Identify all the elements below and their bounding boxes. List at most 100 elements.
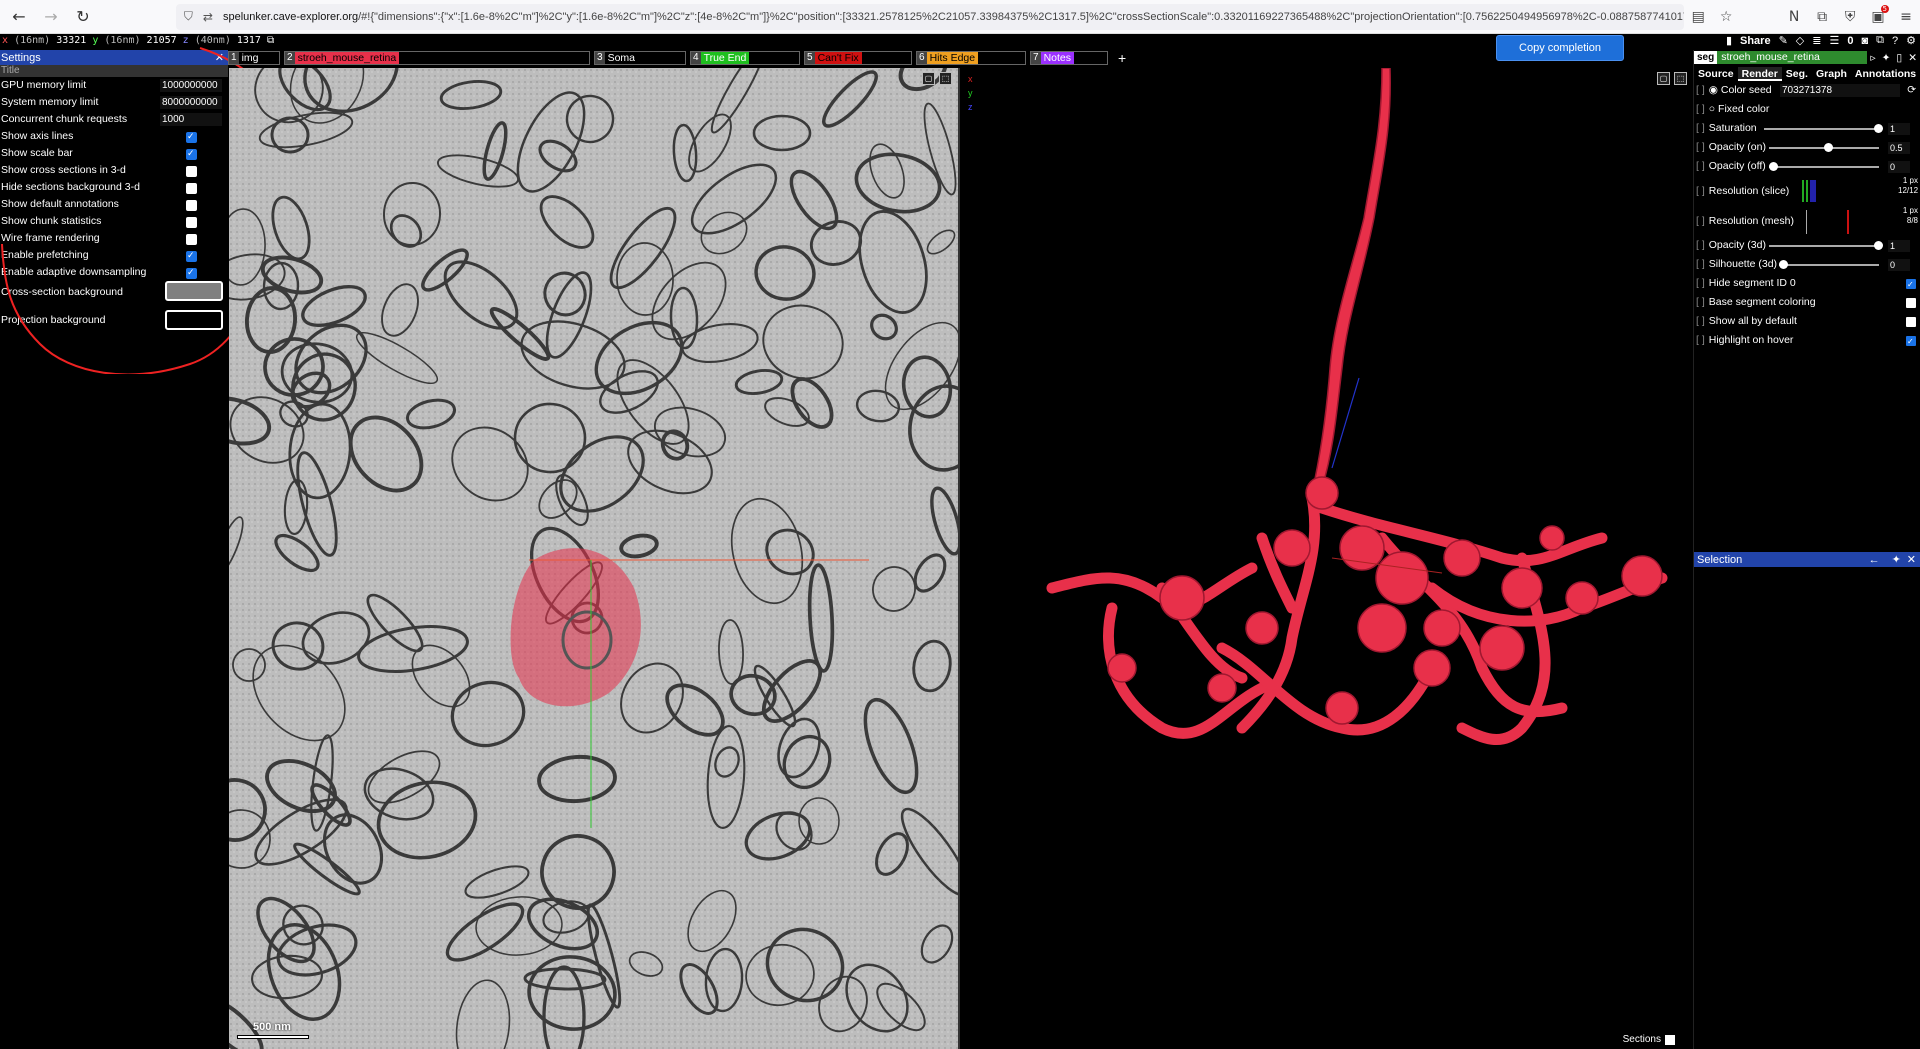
close-icon[interactable]: ✕	[215, 51, 224, 64]
prefetch-checkbox[interactable]	[186, 248, 197, 265]
menu-icon[interactable]: ≡	[1892, 4, 1920, 30]
hide-bg-checkbox[interactable]	[186, 183, 197, 194]
copy-completion-button[interactable]: Copy completion	[1496, 35, 1624, 61]
mesh-part	[1423, 609, 1461, 647]
tab-graph[interactable]: Graph	[1812, 67, 1851, 81]
help-icon[interactable]: ?	[1892, 35, 1898, 47]
mesh-part	[1357, 603, 1407, 653]
layer-chip-1[interactable]: 1 img	[228, 51, 280, 65]
bookmark-icon[interactable]: ☆	[1712, 4, 1740, 30]
shield-extension-icon[interactable]: ⛨	[1836, 4, 1864, 30]
sliders-icon[interactable]: ☰	[1829, 34, 1839, 47]
copy-position-icon[interactable]: ⧉	[267, 35, 274, 46]
saturation-label: Saturation	[1708, 122, 1757, 134]
layer-chip-4[interactable]: 4 True End	[690, 51, 800, 65]
wire-frame-checkbox[interactable]	[186, 234, 197, 245]
copy-icon[interactable]: ⧉	[1876, 34, 1884, 47]
cross-section-view[interactable]: ▢ ⬚ 500 nm	[229, 68, 960, 1049]
saturation-slider[interactable]	[1764, 124, 1883, 133]
pick-icon[interactable]: ▹	[1870, 52, 1875, 64]
highlight-checkbox[interactable]	[1906, 332, 1916, 351]
default-annotations-checkbox[interactable]	[186, 200, 197, 211]
scale-bar-checkbox[interactable]	[186, 146, 197, 163]
x-value[interactable]: 33321	[56, 35, 86, 46]
randomize-icon[interactable]: ⟳	[1907, 81, 1916, 100]
reader-icon[interactable]: ▤	[1684, 4, 1712, 30]
cs-bg-row: Cross-section background	[0, 281, 228, 307]
proj-bg-color-picker[interactable]	[165, 310, 223, 330]
layout-icon[interactable]: ▢	[1657, 72, 1670, 85]
system-memory-input[interactable]: 8000000000	[160, 96, 222, 109]
back-arrow-icon[interactable]: ←	[1869, 554, 1880, 566]
radio-fixed-color[interactable]: ○	[1709, 103, 1718, 115]
radio-color-seed[interactable]: ◉	[1709, 84, 1721, 96]
color-seed-input[interactable]: 703271378	[1780, 84, 1900, 97]
pin-icon[interactable]: ✦	[1892, 554, 1901, 566]
adaptive-checkbox[interactable]	[186, 265, 197, 282]
camera-icon[interactable]: ◙	[1861, 35, 1868, 47]
hide-bg-row: Hide sections background 3-d	[0, 179, 228, 196]
silhouette-value[interactable]: 0	[1888, 259, 1910, 271]
z-value[interactable]: 1317	[237, 35, 261, 46]
3d-view[interactable]: x y z ▢ ⬚ Sections	[962, 68, 1693, 1049]
forward-icon[interactable]: →	[38, 4, 64, 30]
title-input[interactable]: Title	[0, 65, 228, 77]
tab-annotations[interactable]: Annotations	[1851, 67, 1920, 81]
layer-name-field[interactable]: stroeh_mouse_retina	[1717, 51, 1868, 64]
maximize-icon[interactable]: ⬚	[1674, 72, 1687, 85]
list-icon[interactable]: ≣	[1812, 34, 1821, 47]
reload-icon[interactable]: ↻	[70, 4, 96, 30]
gpu-memory-input[interactable]: 1000000000	[160, 79, 222, 92]
trash-icon[interactable]: ▯	[1896, 52, 1902, 64]
sections-checkbox[interactable]	[1665, 1034, 1675, 1045]
mesh-part	[1107, 653, 1137, 683]
tab-source[interactable]: Source	[1694, 67, 1738, 81]
layers-icon[interactable]: ◇	[1796, 34, 1804, 47]
back-icon[interactable]: ←	[6, 4, 32, 30]
y-value[interactable]: 21057	[147, 35, 177, 46]
layer-chip-7[interactable]: 7 Notes	[1030, 51, 1108, 65]
close-icon[interactable]: ✕	[1907, 554, 1916, 566]
opacity-off-value[interactable]: 0	[1888, 161, 1910, 173]
browser-toolbar: ← → ↻ ⛉ ⇄ spelunker.cave-explorer.org/#!…	[0, 0, 1920, 34]
share-button[interactable]: Share	[1740, 35, 1771, 47]
silhouette-slider[interactable]	[1779, 260, 1879, 269]
share-icon[interactable]: ▮	[1726, 34, 1732, 47]
add-layer-button[interactable]: +	[1118, 50, 1126, 66]
account-icon[interactable]: N	[1780, 4, 1808, 30]
tab-render[interactable]: Render	[1737, 67, 1782, 81]
layer-chip-3[interactable]: 3 Soma	[594, 51, 686, 65]
cross-sections-checkbox[interactable]	[186, 166, 197, 177]
opacity-off-slider[interactable]	[1769, 162, 1879, 171]
layout-icon[interactable]: ▢	[922, 72, 935, 85]
saturation-value[interactable]: 1	[1888, 123, 1910, 135]
opacity-3d-slider[interactable]	[1769, 241, 1883, 250]
close-icon[interactable]: ✕	[1908, 52, 1917, 64]
sections-toggle[interactable]: Sections	[1623, 1034, 1675, 1045]
chunk-stats-checkbox[interactable]	[186, 217, 197, 228]
pin-icon[interactable]: ✦	[1882, 52, 1891, 64]
hide-seg0-checkbox[interactable]	[1906, 275, 1916, 294]
base-seg-checkbox[interactable]	[1906, 298, 1916, 308]
layer-chip-6[interactable]: 6 Hits Edge	[916, 51, 1026, 65]
layer-chip-2[interactable]: 2 stroeh_mouse_retina	[284, 51, 590, 65]
layer-number: 4	[691, 52, 701, 64]
pen-icon[interactable]: ✎	[1779, 34, 1788, 47]
maximize-icon[interactable]: ⬚	[939, 72, 952, 85]
layer-chip-5[interactable]: 5 Can't Fix	[804, 51, 912, 65]
chunk-requests-input[interactable]: 1000	[160, 113, 222, 126]
show-all-checkbox[interactable]	[1906, 317, 1916, 327]
opacity-on-slider[interactable]	[1769, 143, 1879, 152]
opacity-on-value[interactable]: 0.5	[1888, 142, 1910, 154]
layer-name: True End	[700, 52, 750, 64]
extensions-icon[interactable]: ▣ 5	[1864, 4, 1892, 30]
position-readout[interactable]: x (16nm) 33321 y (16nm) 21057 z (40nm) 1…	[2, 35, 274, 46]
cs-bg-color-picker[interactable]	[165, 281, 223, 301]
mesh-part	[1046, 562, 1258, 610]
axis-lines-checkbox[interactable]	[186, 129, 197, 146]
puzzle-icon[interactable]: ⧉	[1808, 4, 1836, 30]
opacity-3d-value[interactable]: 1	[1888, 240, 1910, 252]
settings-gear-icon[interactable]: ⚙	[1906, 34, 1916, 47]
url-bar[interactable]: ⛉ ⇄ spelunker.cave-explorer.org/#!{"dime…	[175, 3, 1685, 30]
tab-seg[interactable]: Seg.	[1782, 67, 1812, 81]
